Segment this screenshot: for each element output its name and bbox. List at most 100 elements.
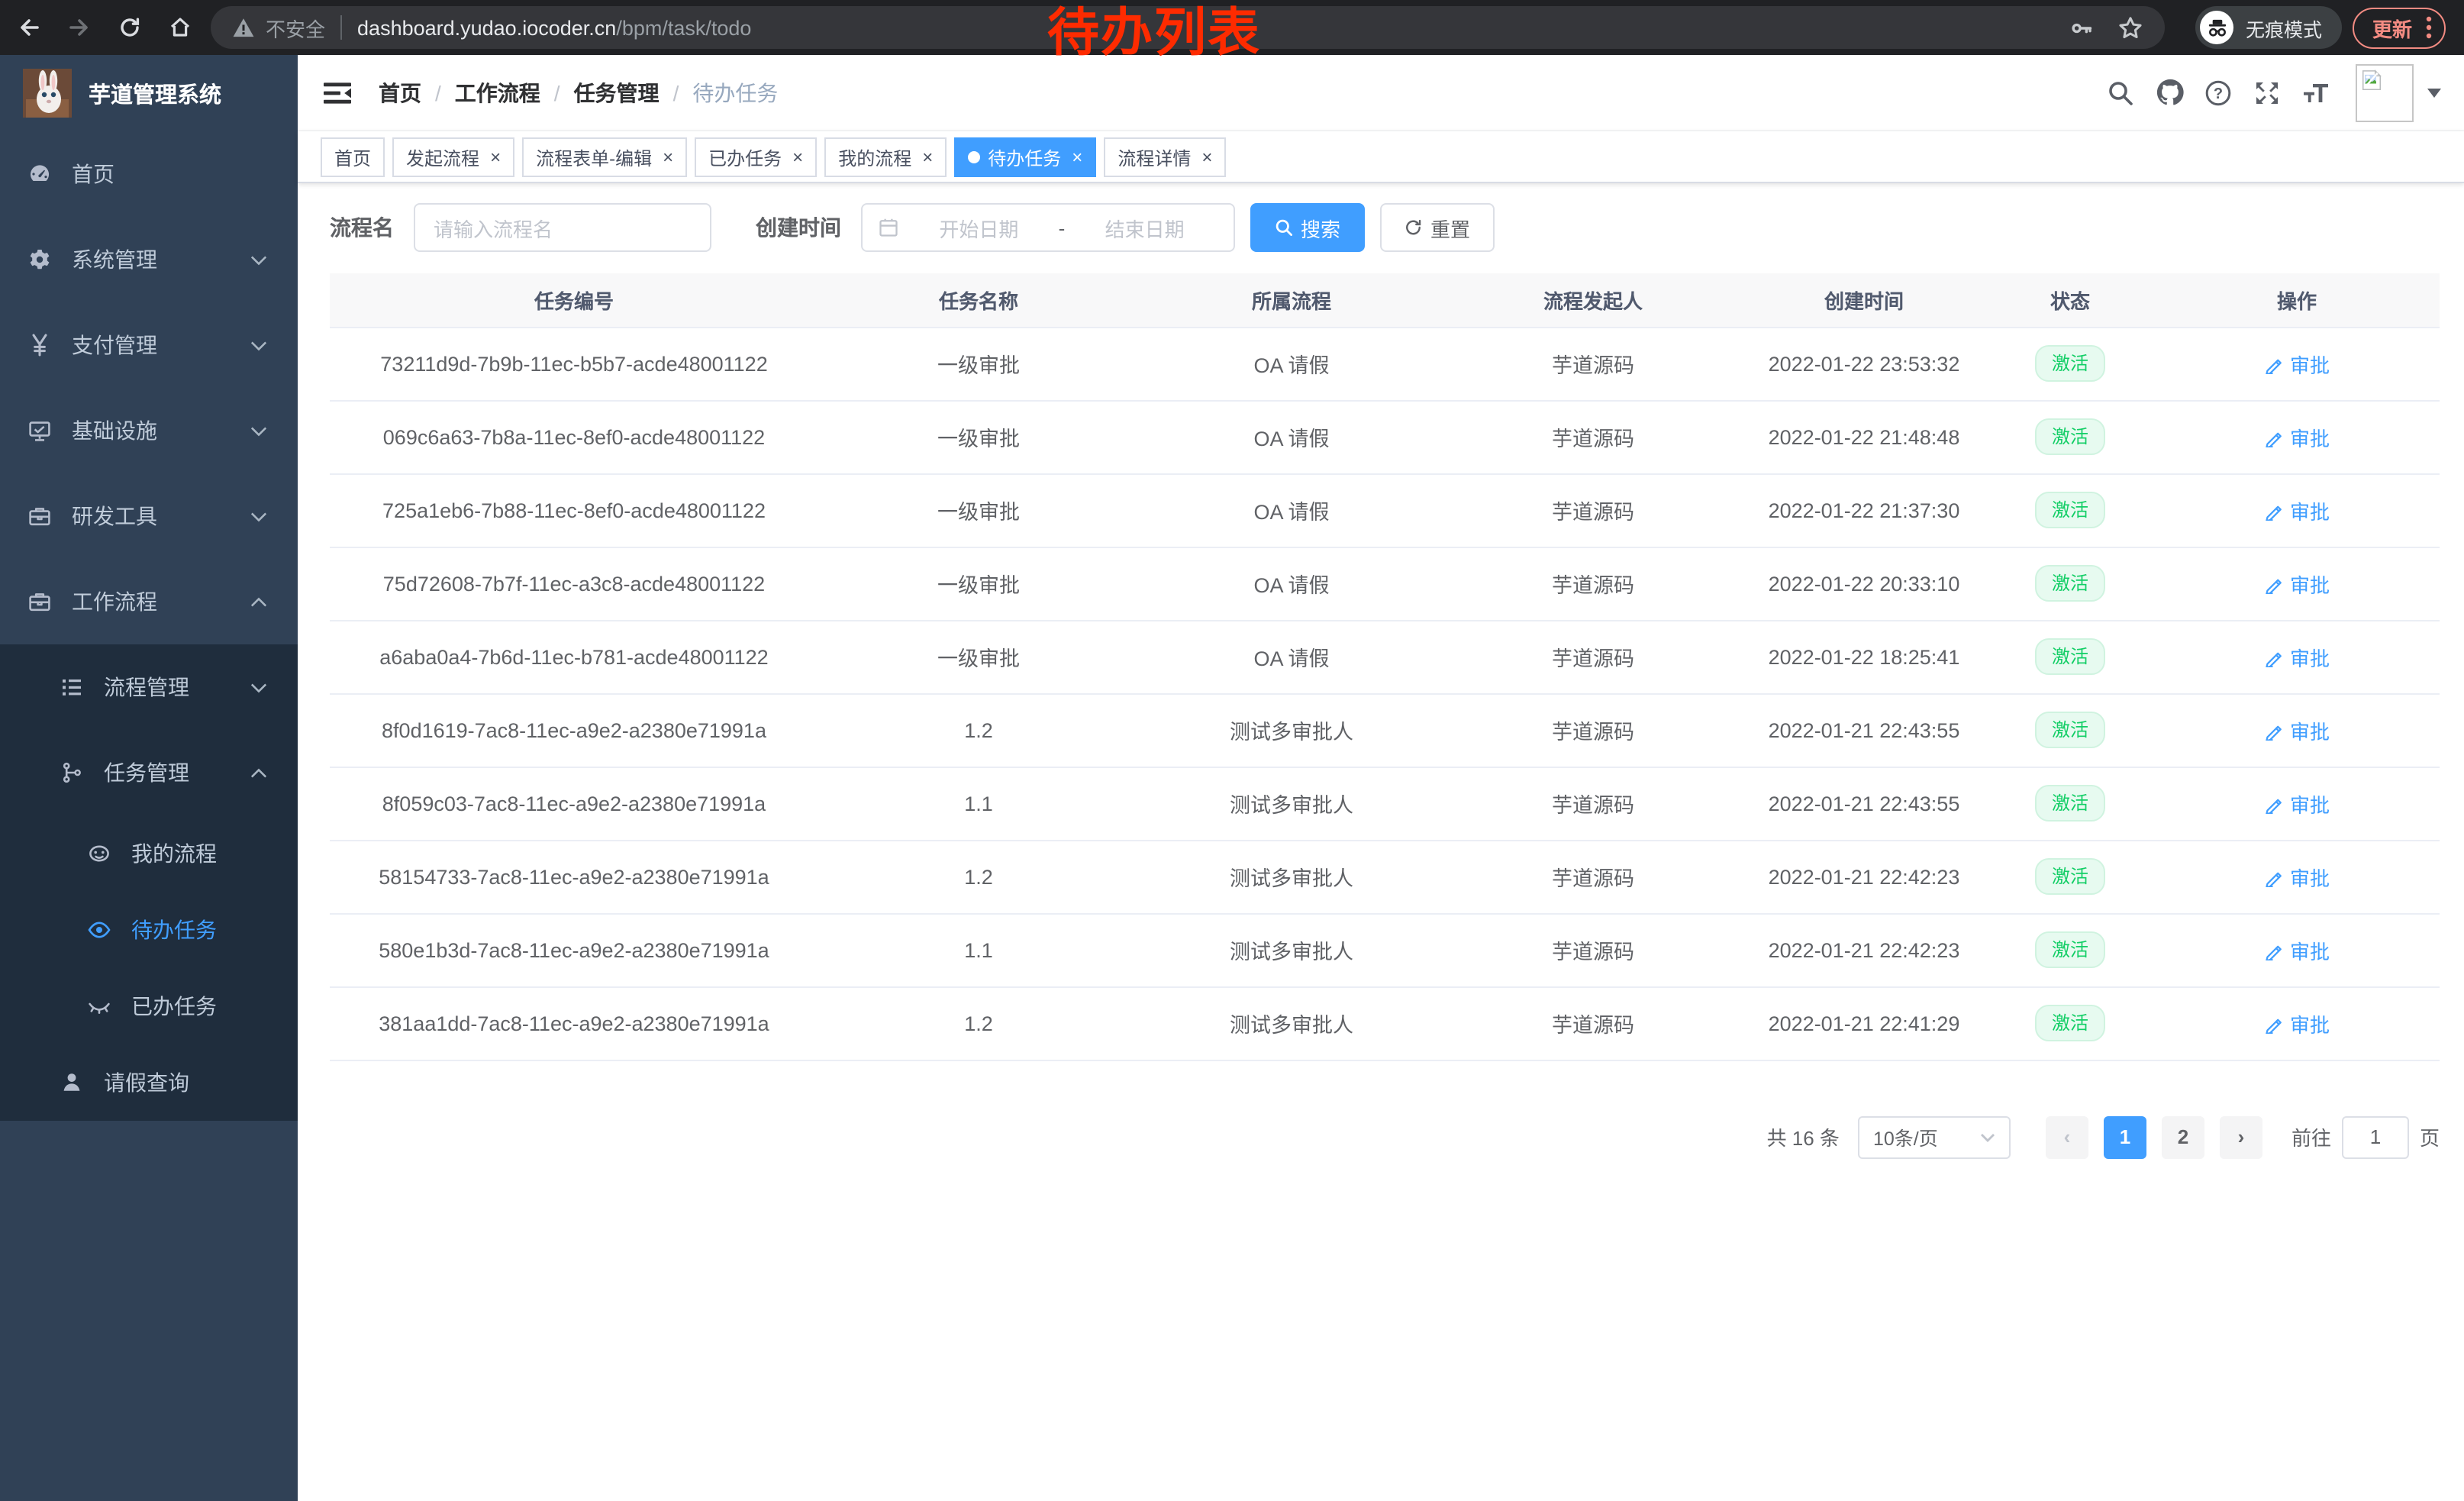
tab-close-icon[interactable]: × xyxy=(1072,148,1082,166)
sidebar-item-10[interactable]: 已办任务 xyxy=(0,968,298,1044)
reload-icon[interactable] xyxy=(116,15,142,40)
tab-1[interactable]: 发起流程× xyxy=(392,137,514,177)
browser-toolbar: 不安全 dashboard.yudao.iocoder.cn/bpm/task/… xyxy=(0,0,2464,55)
date-end-placeholder[interactable]: 结束日期 xyxy=(1071,213,1218,242)
fullscreen-icon[interactable] xyxy=(2246,71,2288,114)
process-name-input[interactable]: 请输入流程名 xyxy=(414,203,711,252)
sidebar-item-label: 研发工具 xyxy=(72,501,157,531)
sidebar-item-2[interactable]: 支付管理 xyxy=(0,302,298,388)
update-button[interactable]: 更新 xyxy=(2353,7,2446,48)
next-page-button[interactable]: › xyxy=(2220,1115,2262,1158)
cell-initiator: 芋道源码 xyxy=(1444,620,1742,693)
security-label[interactable]: 不安全 xyxy=(266,13,325,42)
key-icon[interactable] xyxy=(2069,15,2095,40)
approve-link[interactable]: 审批 xyxy=(2264,862,2330,891)
approve-link[interactable]: 审批 xyxy=(2264,935,2330,964)
cell-created: 2022-01-21 22:42:23 xyxy=(1742,840,1986,913)
github-icon[interactable] xyxy=(2148,71,2191,114)
browser-menu-icon[interactable] xyxy=(2426,15,2432,40)
table-row-9: 381aa1dd-7ac8-11ec-a9e2-a2380e71991a1.2测… xyxy=(330,986,2440,1060)
tab-4[interactable]: 我的流程× xyxy=(824,137,947,177)
hamburger-icon[interactable] xyxy=(321,76,354,109)
sidebar-item-9[interactable]: 待办任务 xyxy=(0,892,298,968)
search-icon[interactable] xyxy=(2099,71,2142,114)
breadcrumb-item-2[interactable]: 任务管理 xyxy=(574,77,660,108)
update-label: 更新 xyxy=(2372,13,2412,42)
app-logo: 芋道管理系统 xyxy=(0,55,298,131)
page-button-1[interactable]: 1 xyxy=(2104,1115,2146,1158)
column-header-0: 任务编号 xyxy=(330,273,818,327)
sidebar-item-5[interactable]: 工作流程 xyxy=(0,559,298,644)
table-body: 73211d9d-7b9b-11ec-b5b7-acde48001122一级审批… xyxy=(330,327,2440,1060)
approve-link[interactable]: 审批 xyxy=(2264,569,2330,598)
breadcrumb-item-1[interactable]: 工作流程 xyxy=(455,77,540,108)
approve-link[interactable]: 审批 xyxy=(2264,715,2330,744)
tab-6[interactable]: 流程详情× xyxy=(1104,137,1226,177)
approve-link[interactable]: 审批 xyxy=(2264,495,2330,525)
sidebar-item-6[interactable]: 流程管理 xyxy=(0,644,298,730)
edit-icon xyxy=(2264,1013,2284,1033)
edit-icon xyxy=(2264,500,2284,520)
cell-created: 2022-01-22 23:53:32 xyxy=(1742,327,1986,400)
date-range-input[interactable]: 开始日期 - 结束日期 xyxy=(861,203,1235,252)
cell-task-name: 1.1 xyxy=(818,767,1139,840)
approve-link[interactable]: 审批 xyxy=(2264,349,2330,378)
tab-close-icon[interactable]: × xyxy=(1201,148,1212,166)
cell-created: 2022-01-21 22:43:55 xyxy=(1742,767,1986,840)
back-icon[interactable] xyxy=(15,15,41,40)
task-table: 任务编号任务名称所属流程流程发起人创建时间状态操作 73211d9d-7b9b-… xyxy=(330,273,2440,1060)
tab-close-icon[interactable]: × xyxy=(792,148,803,166)
sidebar-item-1[interactable]: 系统管理 xyxy=(0,217,298,302)
svg-text:?: ? xyxy=(2214,85,2223,102)
font-size-icon[interactable] xyxy=(2295,71,2337,114)
page-unit-label: 页 xyxy=(2420,1122,2440,1151)
help-icon[interactable]: ? xyxy=(2197,71,2240,114)
reset-button[interactable]: 重置 xyxy=(1380,203,1495,252)
tab-close-icon[interactable]: × xyxy=(490,148,501,166)
chevron-down-icon xyxy=(250,682,267,692)
sidebar-item-7[interactable]: 任务管理 xyxy=(0,730,298,815)
page-button-2[interactable]: 2 xyxy=(2162,1115,2204,1158)
table-row-6: 8f059c03-7ac8-11ec-a9e2-a2380e71991a1.1测… xyxy=(330,767,2440,840)
caret-down-icon[interactable] xyxy=(2427,88,2441,97)
tab-3[interactable]: 已办任务× xyxy=(695,137,817,177)
edit-icon xyxy=(2264,573,2284,593)
forward-icon[interactable] xyxy=(66,15,92,40)
page-size-value: 10条/页 xyxy=(1873,1122,1938,1151)
bookmark-star-icon[interactable] xyxy=(2117,15,2143,40)
tab-5[interactable]: 待办任务× xyxy=(954,137,1096,177)
tab-close-icon[interactable]: × xyxy=(663,148,673,166)
prev-page-button[interactable]: ‹ xyxy=(2046,1115,2088,1158)
tags-view: 首页发起流程×流程表单-编辑×已办任务×我的流程×待办任务×流程详情× xyxy=(298,131,2464,183)
cell-task-name: 一级审批 xyxy=(818,620,1139,693)
approve-link[interactable]: 审批 xyxy=(2264,422,2330,451)
sidebar-item-11[interactable]: 请假查询 xyxy=(0,1044,298,1121)
search-button[interactable]: 搜索 xyxy=(1250,203,1365,252)
tab-0[interactable]: 首页 xyxy=(321,137,385,177)
cell-initiator: 芋道源码 xyxy=(1444,473,1742,547)
tab-2[interactable]: 流程表单-编辑× xyxy=(522,137,687,177)
approve-link[interactable]: 审批 xyxy=(2264,642,2330,671)
breadcrumb-item-0[interactable]: 首页 xyxy=(379,77,421,108)
sidebar-item-4[interactable]: 研发工具 xyxy=(0,473,298,559)
sidebar-item-3[interactable]: 基础设施 xyxy=(0,388,298,473)
breadcrumb-item-3: 待办任务 xyxy=(692,77,778,108)
home-icon[interactable] xyxy=(166,15,192,40)
table-row-1: 069c6a63-7b8a-11ec-8ef0-acde48001122一级审批… xyxy=(330,400,2440,473)
goto-page-input[interactable]: 1 xyxy=(2342,1115,2409,1158)
tab-close-icon[interactable]: × xyxy=(922,148,933,166)
sidebar-item-0[interactable]: 首页 xyxy=(0,131,298,217)
page-size-select[interactable]: 10条/页 xyxy=(1858,1115,2011,1158)
approve-link[interactable]: 审批 xyxy=(2264,1009,2330,1038)
table-row-8: 580e1b3d-7ac8-11ec-a9e2-a2380e71991a1.1测… xyxy=(330,913,2440,986)
breadcrumb: 首页/工作流程/任务管理/待办任务 xyxy=(379,77,778,108)
approve-link[interactable]: 审批 xyxy=(2264,789,2330,818)
annotation-text: 待办列表 xyxy=(1047,8,1261,62)
avatar[interactable] xyxy=(2356,63,2414,121)
date-start-placeholder[interactable]: 开始日期 xyxy=(905,213,1053,242)
cell-task-id: 58154733-7ac8-11ec-a9e2-a2380e71991a xyxy=(330,840,818,913)
sidebar-item-8[interactable]: 我的流程 xyxy=(0,815,298,892)
sidebar-item-label: 基础设施 xyxy=(72,415,157,446)
omnibox-divider xyxy=(340,15,342,40)
face-icon xyxy=(85,841,111,867)
